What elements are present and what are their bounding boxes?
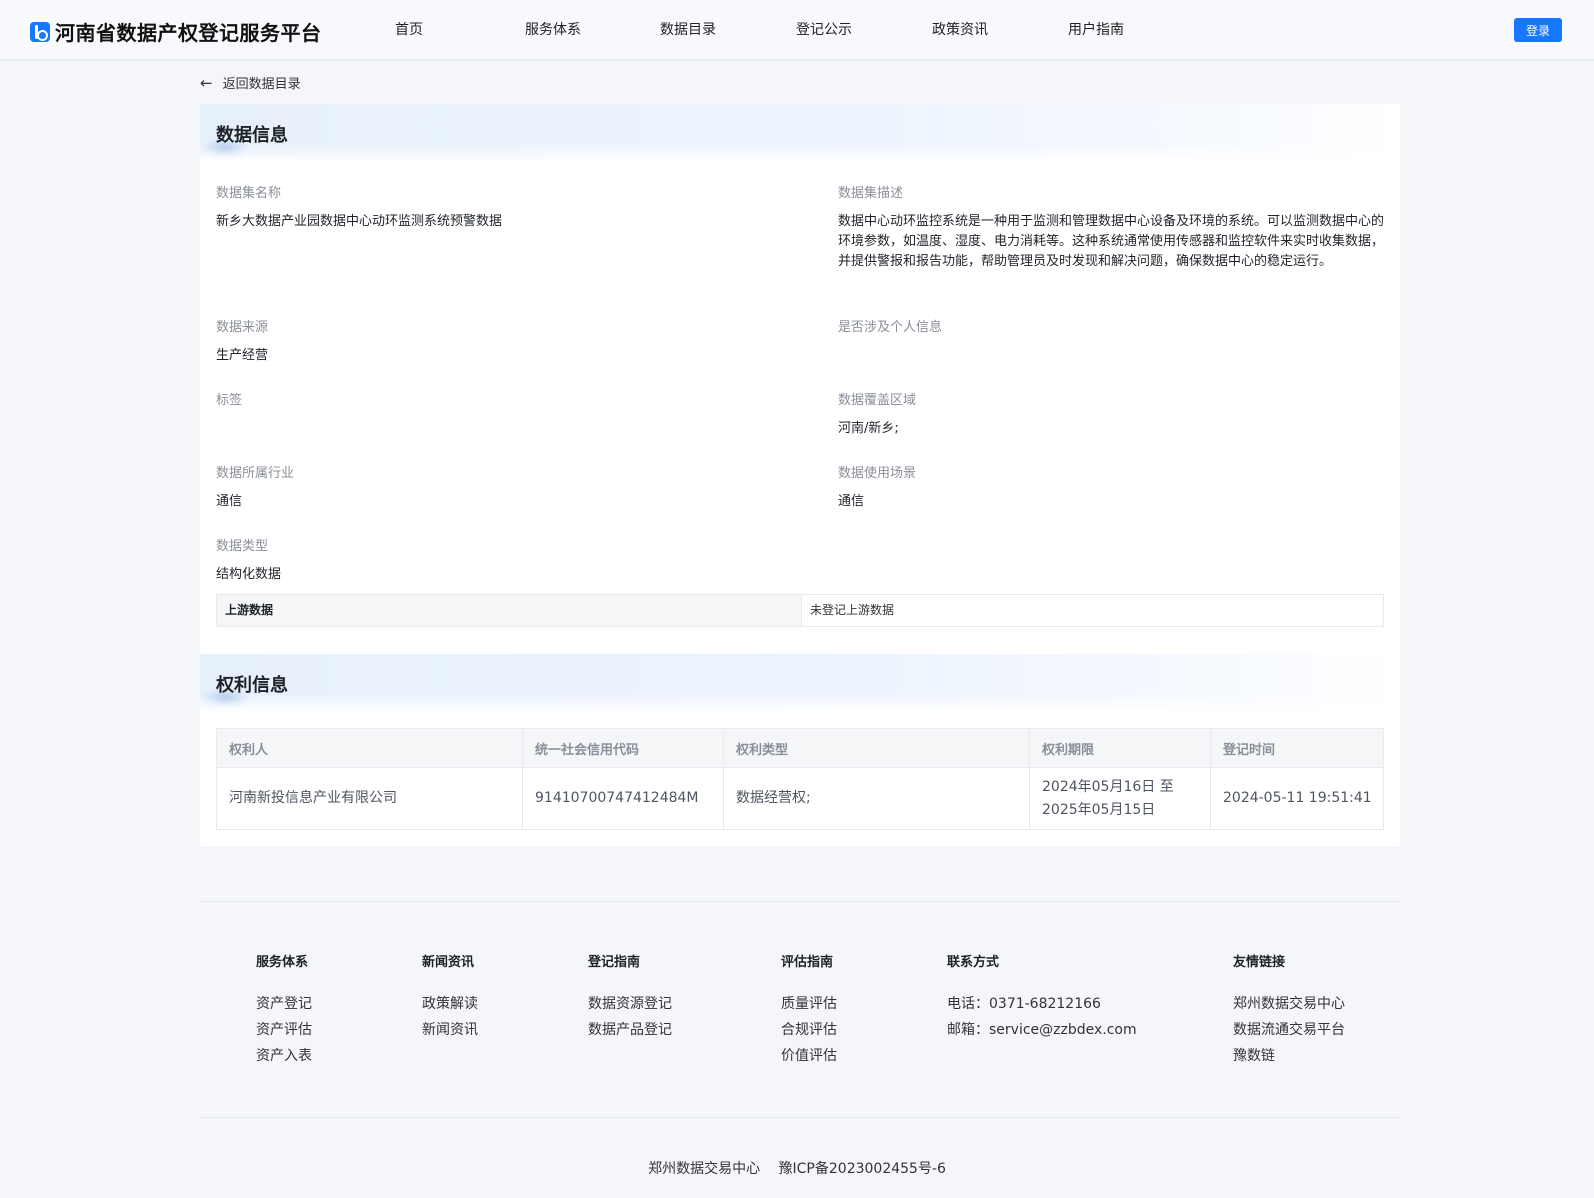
field-usage-scenario: 数据使用场景 通信 [838,462,1398,512]
footer-link-news[interactable]: 新闻资讯 [422,1017,478,1043]
footer-phone: 电话：0371-68212166 [947,996,1101,1012]
footer-col-title: 联系方式 [947,955,1000,970]
footer-col-contact: 联系方式 电话：0371-68212166 邮箱：service@zzbdex.… [947,951,1137,1043]
field-industry: 数据所属行业 通信 [216,462,776,512]
field-value: 结构化数据 [216,567,282,582]
icp-number[interactable]: 豫ICP备2023002455号-6 [779,1161,946,1177]
platform-logo-icon [30,21,50,42]
footer-col-title: 新闻资讯 [422,955,475,970]
rights-info-section: 权利信息 权利人 统一社会信用代码 权利类型 权利期限 登记时间 河南新投信息产… [200,654,1400,830]
brand[interactable]: 河南省数据产权登记服务平台 [30,17,322,46]
rights-table: 权利人 统一社会信用代码 权利类型 权利期限 登记时间 河南新投信息产业有限公司… [216,728,1384,830]
copyright-bar: 郑州数据交易中心 豫ICP备2023002455号-6 [0,1158,1594,1178]
col-registration-time: 登记时间 [1210,728,1384,768]
field-value: 河南/新乡; [838,421,899,436]
cell-right-type: 数据经营权; [723,767,1030,830]
footer-link-zz-data-exchange[interactable]: 郑州数据交易中心 [1233,991,1345,1017]
upstream-value: 未登记上游数据 [810,603,895,617]
detail-card: 数据信息 数据集名称 新乡大数据产业园数据中心动环监测系统预警数据 数据集描述 … [200,104,1400,846]
field-data-source: 数据来源 生产经营 [216,316,776,366]
nav-data-catalog[interactable]: 数据目录 [660,0,796,60]
footer-col-services: 服务体系 资产登记 资产评估 资产入表 [256,951,312,1069]
footer-col-registration-guide: 登记指南 数据资源登记 数据产品登记 [588,951,672,1043]
field-value: 通信 [838,494,865,509]
field-dataset-description: 数据集描述 数据中心动环监控系统是一种用于监测和管理数据中心设备及环境的系统。可… [838,182,1388,272]
back-label: 返回数据目录 [222,77,301,92]
footer-divider-top [200,901,1400,902]
field-personal-info: 是否涉及个人信息 [838,316,1398,346]
arrow-left-icon: ← [200,73,213,92]
footer-link-value[interactable]: 价值评估 [781,1043,837,1069]
cell-right-period: 2024年05月16日 至 2025年05月15日 [1029,767,1211,830]
footer-col-evaluation-guide: 评估指南 质量评估 合规评估 价值评估 [781,951,837,1069]
footer-link-product-registration[interactable]: 数据产品登记 [588,1017,672,1043]
field-label: 数据类型 [216,539,269,554]
nav-policy-news[interactable]: 政策资讯 [932,0,1068,60]
rights-info-title: 权利信息 [216,675,288,696]
footer-col-title: 登记指南 [588,955,641,970]
col-right-period: 权利期限 [1029,728,1211,768]
field-label: 数据使用场景 [838,466,917,481]
footer-link-asset-registration[interactable]: 资产登记 [256,991,312,1017]
nav-registration-notice[interactable]: 登记公示 [796,0,932,60]
table-header-row: 权利人 统一社会信用代码 权利类型 权利期限 登记时间 [216,728,1384,768]
footer-link-policy[interactable]: 政策解读 [422,991,478,1017]
upstream-data-row: 上游数据 未登记上游数据 [216,594,1384,627]
footer-email[interactable]: 邮箱：service@zzbdex.com [947,1017,1137,1043]
footer-col-title: 友情链接 [1233,955,1286,970]
footer-link-asset-accounting[interactable]: 资产入表 [256,1043,312,1069]
col-credit-code: 统一社会信用代码 [522,728,724,768]
cell-right-holder: 河南新投信息产业有限公司 [216,767,523,830]
field-label: 标签 [216,393,243,408]
platform-title: 河南省数据产权登记服务平台 [55,21,322,45]
nav-services[interactable]: 服务体系 [525,0,660,60]
field-dataset-name: 数据集名称 新乡大数据产业园数据中心动环监测系统预警数据 [216,182,776,232]
footer-link-resource-registration[interactable]: 数据资源登记 [588,991,672,1017]
data-info-grid: 数据集名称 新乡大数据产业园数据中心动环监测系统预警数据 数据集描述 数据中心动… [200,162,1400,612]
nav-home[interactable]: 首页 [395,0,525,60]
data-info-title: 数据信息 [216,125,288,146]
field-label: 是否涉及个人信息 [838,320,943,335]
field-label: 数据集描述 [838,186,904,201]
footer-col-news: 新闻资讯 政策解读 新闻资讯 [422,951,478,1043]
footer-col-friend-links: 友情链接 郑州数据交易中心 数据流通交易平台 豫数链 [1233,951,1345,1069]
field-value: 新乡大数据产业园数据中心动环监测系统预警数据 [216,214,503,229]
col-right-holder: 权利人 [216,728,523,768]
footer-link-compliance[interactable]: 合规评估 [781,1017,837,1043]
field-value: 通信 [216,494,243,509]
copyright-org: 郑州数据交易中心 [648,1161,761,1177]
footer-link-data-circulation[interactable]: 数据流通交易平台 [1233,1017,1345,1043]
table-row: 河南新投信息产业有限公司 91410700747412484M 数据经营权; 2… [216,767,1384,830]
data-info-header: 数据信息 [200,104,1400,162]
cell-registration-time: 2024-05-11 19:51:41 [1210,767,1384,830]
field-label: 数据覆盖区域 [838,393,917,408]
footer-divider-bottom [200,1117,1400,1118]
footer-col-title: 服务体系 [256,955,309,970]
footer-link-quality[interactable]: 质量评估 [781,991,837,1017]
field-tags: 标签 [216,389,776,419]
field-label: 数据集名称 [216,186,282,201]
main-nav: 首页 服务体系 数据目录 登记公示 政策资讯 用户指南 [395,0,1148,60]
field-coverage-region: 数据覆盖区域 河南/新乡; [838,389,1398,439]
footer-link-yu-chain[interactable]: 豫数链 [1233,1043,1345,1069]
col-right-type: 权利类型 [723,728,1030,768]
top-header: 河南省数据产权登记服务平台 首页 服务体系 数据目录 登记公示 政策资讯 用户指… [0,0,1594,60]
field-label: 数据所属行业 [216,466,295,481]
field-data-type: 数据类型 结构化数据 [216,535,776,585]
footer-link-asset-evaluation[interactable]: 资产评估 [256,1017,312,1043]
upstream-label: 上游数据 [217,595,802,626]
cell-credit-code: 91410700747412484M [522,767,724,830]
footer-col-title: 评估指南 [781,955,834,970]
field-value: 数据中心动环监控系统是一种用于监测和管理数据中心设备及环境的系统。可以监测数据中… [838,214,1385,269]
field-value: 生产经营 [216,348,269,363]
login-button[interactable]: 登录 [1514,18,1562,42]
rights-info-header: 权利信息 [200,654,1400,712]
field-label: 数据来源 [216,320,269,335]
nav-user-guide[interactable]: 用户指南 [1068,0,1148,60]
back-to-catalog-link[interactable]: ← 返回数据目录 [200,73,301,93]
